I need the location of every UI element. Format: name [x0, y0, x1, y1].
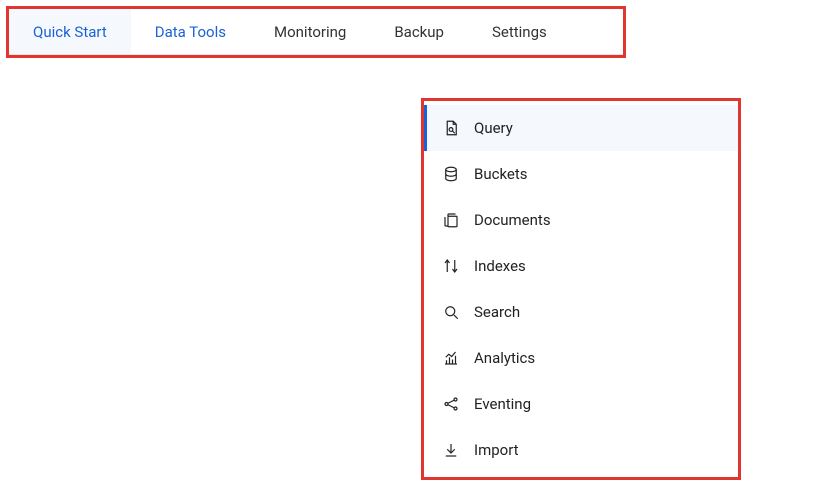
menu-item-documents[interactable]: Documents	[424, 197, 738, 243]
indexes-icon	[442, 257, 460, 275]
tabbar: Quick Start Data Tools Monitoring Backup…	[9, 9, 623, 55]
menu-item-import[interactable]: Import	[424, 427, 738, 473]
menu-item-buckets[interactable]: Buckets	[424, 151, 738, 197]
menu-item-label: Import	[474, 441, 519, 459]
menu-item-label: Documents	[474, 211, 551, 229]
menu-item-label: Search	[474, 303, 520, 321]
eventing-icon	[442, 395, 460, 413]
tabbar-container: Quick Start Data Tools Monitoring Backup…	[6, 6, 626, 58]
menu-item-label: Query	[474, 119, 513, 137]
menu-item-query[interactable]: Query	[424, 105, 738, 151]
data-tools-menu: Query Buckets Documents	[424, 101, 738, 477]
menu-item-search[interactable]: Search	[424, 289, 738, 335]
analytics-icon	[442, 349, 460, 367]
menu-item-label: Analytics	[474, 349, 535, 367]
documents-icon	[442, 211, 460, 229]
menu-item-indexes[interactable]: Indexes	[424, 243, 738, 289]
tab-settings[interactable]: Settings	[468, 9, 571, 54]
menu-item-analytics[interactable]: Analytics	[424, 335, 738, 381]
dropdown-container: Query Buckets Documents	[421, 98, 741, 480]
menu-item-label: Indexes	[474, 257, 526, 275]
query-icon	[442, 119, 460, 137]
tab-quick-start[interactable]: Quick Start	[9, 9, 131, 54]
tab-monitoring[interactable]: Monitoring	[250, 9, 370, 54]
menu-item-label: Buckets	[474, 165, 528, 183]
search-icon	[442, 303, 460, 321]
import-icon	[442, 441, 460, 459]
tab-data-tools[interactable]: Data Tools	[131, 9, 250, 54]
menu-item-label: Eventing	[474, 395, 531, 413]
menu-item-eventing[interactable]: Eventing	[424, 381, 738, 427]
tab-backup[interactable]: Backup	[370, 9, 468, 54]
buckets-icon	[442, 165, 460, 183]
